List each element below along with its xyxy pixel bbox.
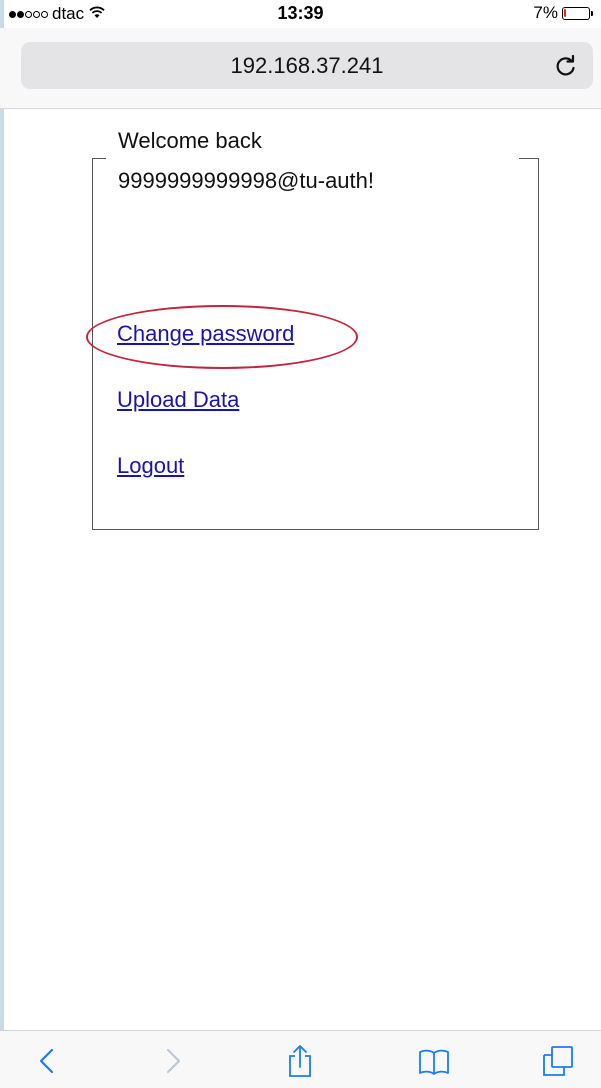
status-time: 13:39 xyxy=(277,3,324,23)
reload-icon[interactable] xyxy=(553,53,579,79)
panel-border-top-left xyxy=(93,158,106,159)
left-edge-strip xyxy=(0,0,4,1087)
status-right: 7% xyxy=(533,3,593,23)
upload-data-link[interactable]: Upload Data xyxy=(117,387,239,413)
logout-link[interactable]: Logout xyxy=(117,453,184,479)
account-panel: 9999999999998@tu-auth! Change password U… xyxy=(92,158,539,530)
welcome-label: Welcome back xyxy=(118,128,262,153)
browser-address-area: 192.168.37.241 xyxy=(0,28,601,109)
browser-toolbar xyxy=(0,1030,601,1088)
panel-border-top-right xyxy=(519,158,538,159)
back-icon[interactable] xyxy=(30,1043,66,1079)
share-icon[interactable] xyxy=(282,1043,318,1079)
username: 9999999999998@tu-auth! xyxy=(118,168,374,193)
address-bar[interactable]: 192.168.37.241 xyxy=(21,42,593,89)
url-text[interactable]: 192.168.37.241 xyxy=(21,53,593,79)
battery-percent: 7% xyxy=(533,3,558,22)
battery-level xyxy=(564,8,566,17)
bookmarks-icon[interactable] xyxy=(416,1043,452,1079)
tabs-icon[interactable] xyxy=(540,1043,576,1079)
forward-icon[interactable] xyxy=(154,1043,190,1079)
change-password-link[interactable]: Change password xyxy=(117,321,294,347)
battery-icon xyxy=(562,6,593,20)
status-bar: dtac 13:39 7% xyxy=(0,0,601,28)
